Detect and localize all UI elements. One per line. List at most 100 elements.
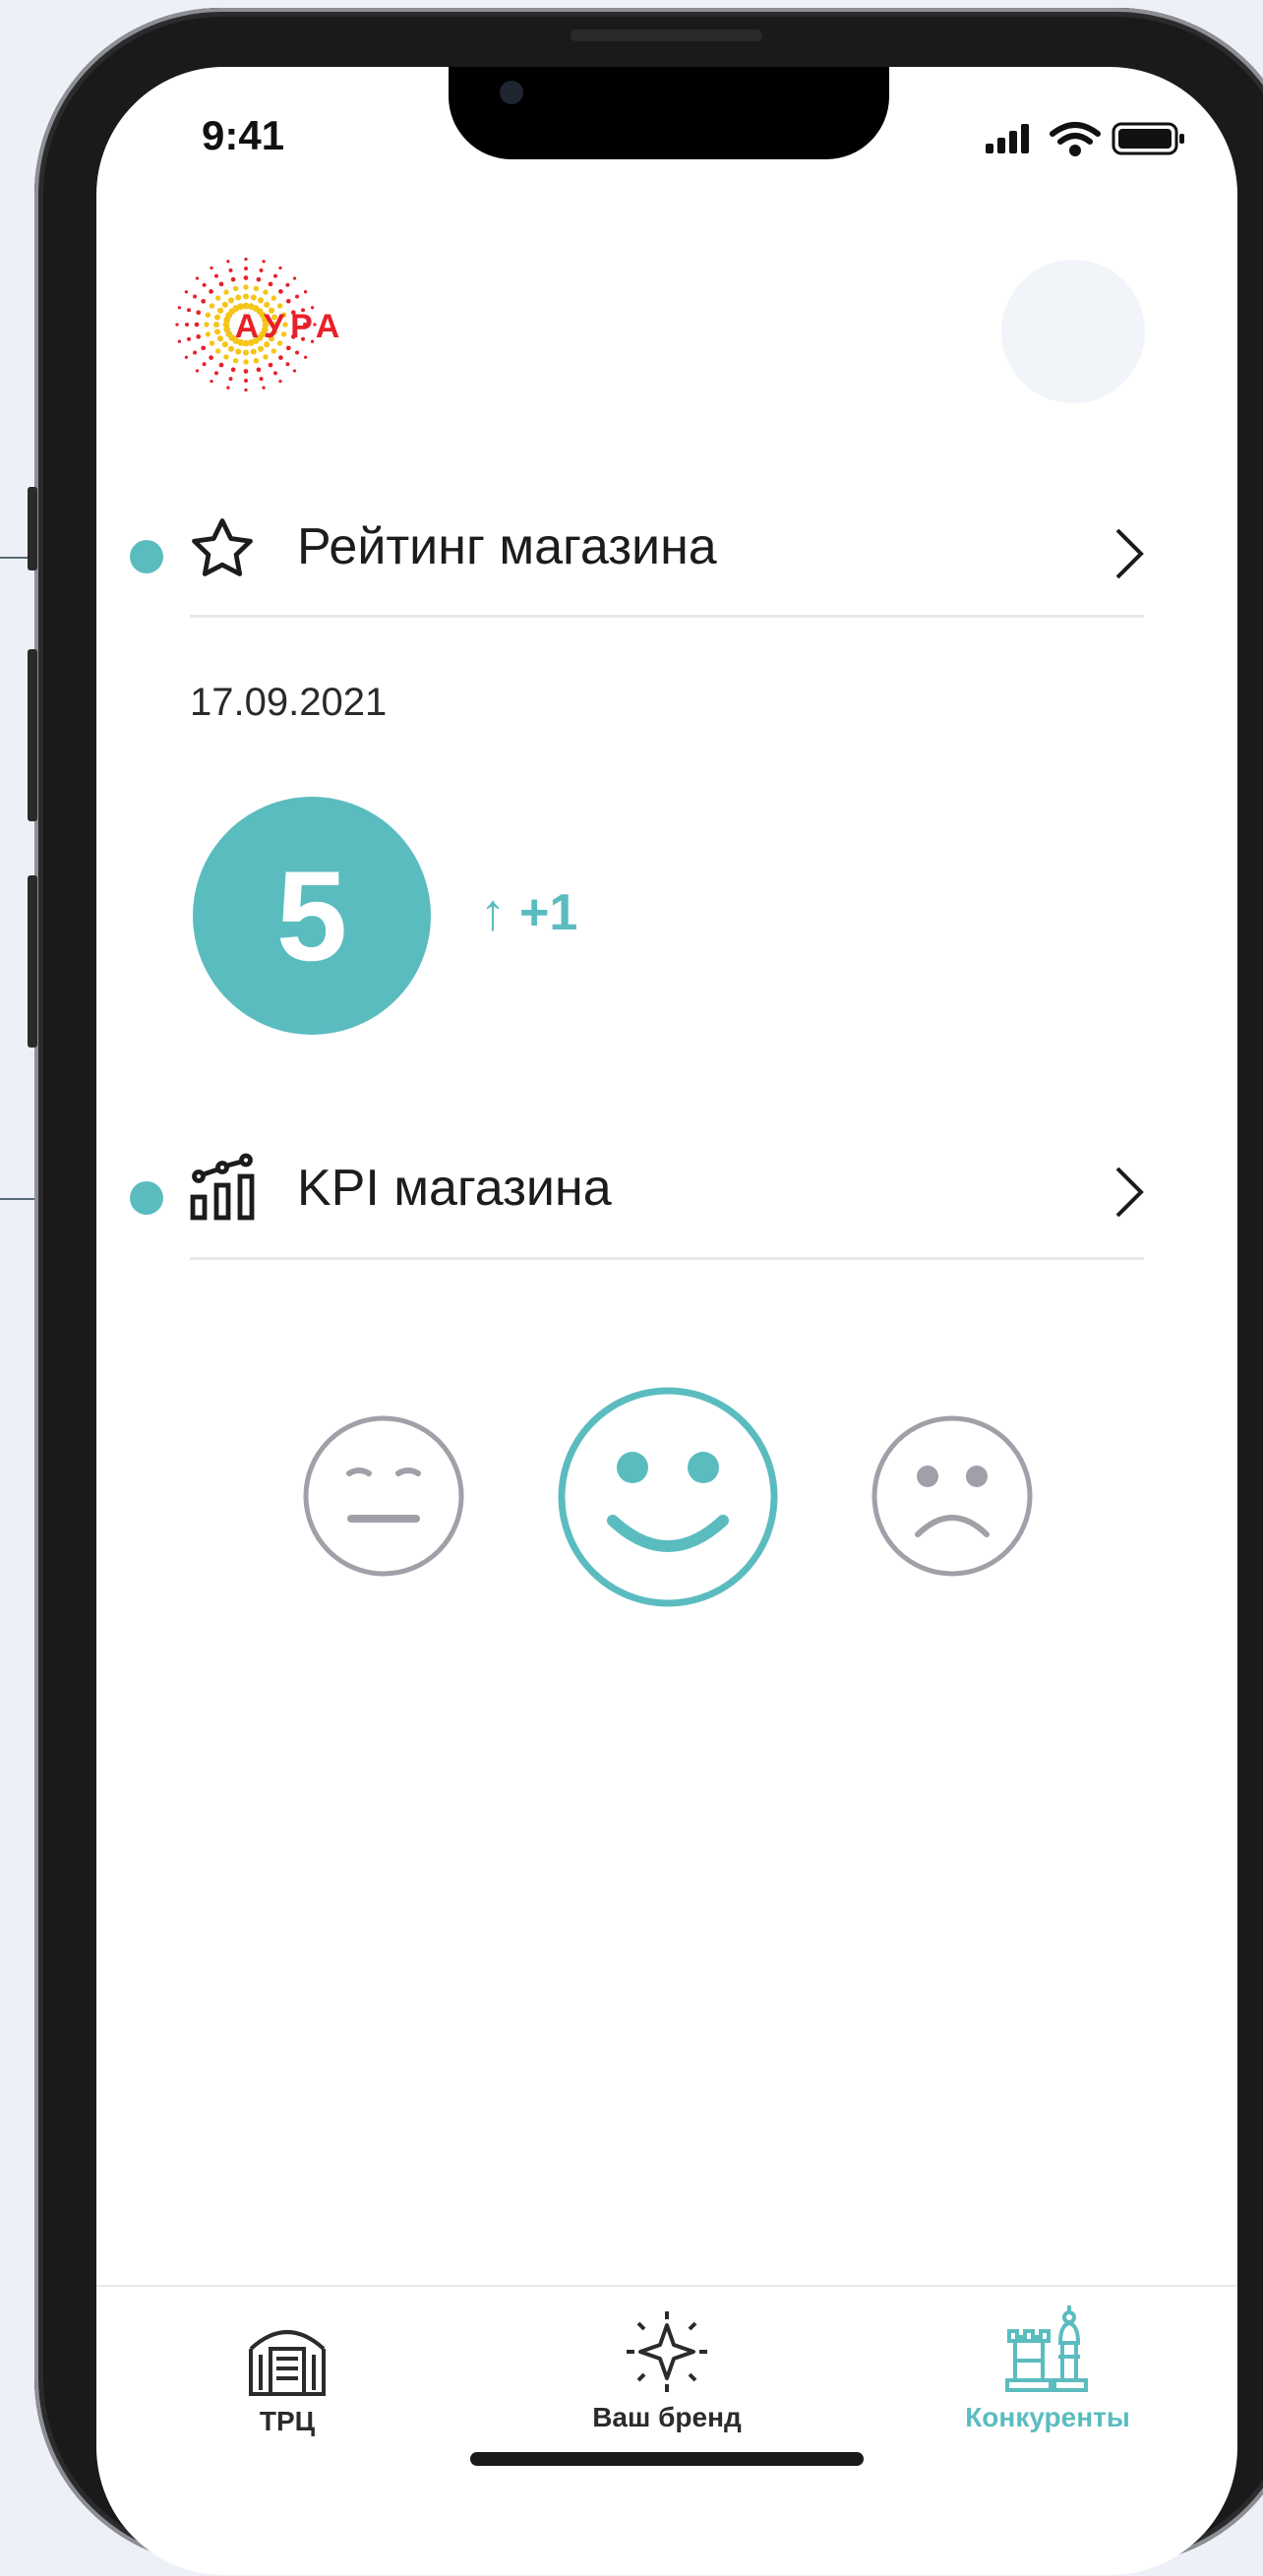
logo-ray-dot [242, 293, 250, 300]
battery-icon [1112, 122, 1184, 155]
logo-ray-dot [209, 303, 215, 309]
logo-ray-dot [177, 306, 182, 310]
logo-ray-dot [242, 349, 250, 356]
logo-ray-dot [303, 355, 308, 359]
logo-ray-dot [259, 377, 264, 382]
logo-ray-dot [226, 260, 230, 264]
logo-ray-dot [210, 379, 213, 384]
trend-arrow: ↑ [480, 884, 506, 941]
logo-ray-dot [250, 294, 257, 301]
logo-ray-dot [253, 285, 260, 291]
logo-ray-dot [244, 379, 248, 383]
logo-ray-dot [278, 379, 282, 384]
camera [500, 81, 523, 104]
logo-ray-dot [243, 369, 249, 374]
logo-ray-dot [210, 266, 213, 270]
logo-ray-dot [227, 297, 235, 304]
logo-ray-dot [194, 322, 200, 328]
logo-ray-dot [202, 282, 207, 287]
logo-ray-dot [271, 295, 276, 301]
logo-ray-dot [253, 358, 260, 364]
chevron-right-icon[interactable] [1110, 526, 1149, 581]
logo-ray-dot [218, 281, 224, 287]
logo-ray-dot [292, 369, 297, 373]
avatar[interactable] [1001, 260, 1145, 403]
logo-ray-dot [227, 345, 235, 352]
logo-ray-dot [235, 348, 242, 355]
logo-ray-dot [232, 358, 239, 364]
logo-ray-dot [278, 266, 282, 270]
logo-ray-dot [215, 295, 221, 301]
logo-ray-dot [218, 362, 224, 368]
logo-ray-dot [285, 362, 290, 367]
logo-ray-dot [226, 386, 230, 389]
logo-ray-dot [295, 350, 299, 355]
sad-face-icon[interactable] [871, 1414, 1034, 1578]
logo-ray-dot [228, 377, 233, 382]
tab-brand[interactable]: Ваш бренд [539, 2302, 795, 2433]
annotation-dot-kpi [130, 1181, 163, 1215]
logo-ray-dot [262, 386, 266, 389]
logo-ray-dot [259, 268, 264, 272]
tab-competitors[interactable]: Конкуренты [920, 2302, 1175, 2433]
rating-trend: ↑ +1 [480, 883, 577, 942]
logo-ray-dot [214, 273, 218, 278]
logo-ray-dot [201, 298, 207, 304]
neutral-face-icon[interactable] [302, 1414, 465, 1578]
logo-ray-dot [177, 339, 182, 343]
rating-row-title[interactable]: Рейтинг магазина [297, 517, 717, 576]
logo-ray-dot [223, 354, 229, 360]
home-indicator[interactable] [470, 2452, 864, 2466]
rating-date: 17.09.2021 [190, 681, 388, 724]
logo-ray-dot [221, 341, 228, 348]
logo-ray-dot [175, 323, 179, 327]
logo-ray-dot [244, 267, 248, 270]
logo-ray-dot [273, 273, 277, 278]
logo-ray-dot [221, 301, 228, 308]
logo-ray-dot [262, 260, 266, 264]
logo-ray-dot [214, 371, 218, 376]
logo-ray-dot [303, 290, 308, 294]
logo-ray-dot [232, 285, 239, 291]
kpi-row-title[interactable]: KPI магазина [297, 1159, 612, 1218]
divider [190, 615, 1144, 618]
happy-face-icon[interactable] [556, 1385, 780, 1609]
logo-ray-dot [278, 289, 283, 294]
logo-ray-dot [193, 294, 197, 299]
logo-ray-dot [205, 331, 211, 337]
chevron-right-icon[interactable] [1110, 1165, 1149, 1220]
screen [96, 67, 1237, 2575]
logo-ray-dot [268, 362, 273, 368]
logo-ray-dot [209, 289, 213, 294]
divider [190, 1257, 1144, 1260]
logo-ray-dot [196, 333, 202, 339]
chess-icon [1005, 2306, 1088, 2392]
logo-ray-dot [244, 388, 248, 392]
logo-ray-dot [202, 362, 207, 367]
logo-ray-dot [264, 301, 271, 308]
sparkle-icon [627, 2311, 707, 2392]
logo-ray-dot [209, 355, 213, 360]
logo-ray-dot [285, 345, 291, 351]
cellular-signal-icon [986, 124, 1029, 153]
logo-ray-dot [213, 329, 221, 335]
logo-ray-dot [195, 369, 200, 373]
mall-icon [249, 2330, 326, 2396]
logo-ray-dot [278, 355, 283, 360]
tab-trc[interactable]: ТРЦ [159, 2302, 415, 2437]
logo-ray-dot [257, 297, 265, 304]
logo-ray-dot [195, 276, 200, 280]
logo-ray-dot [204, 322, 210, 328]
volume-down-button [28, 875, 37, 1048]
volume-up-button [28, 649, 37, 821]
logo-ray-dot [228, 268, 233, 272]
logo-ray-dot [187, 308, 191, 313]
logo-ray-dot [271, 348, 276, 354]
logo-ray-dot [216, 307, 224, 314]
logo-ray-dot [196, 310, 202, 316]
logo-ray-dot [244, 257, 248, 262]
logo-ray-dot [243, 275, 249, 280]
logo-ray-dot [243, 359, 249, 365]
logo-ray-dot [215, 348, 221, 354]
logo-ray-dot [285, 282, 290, 287]
